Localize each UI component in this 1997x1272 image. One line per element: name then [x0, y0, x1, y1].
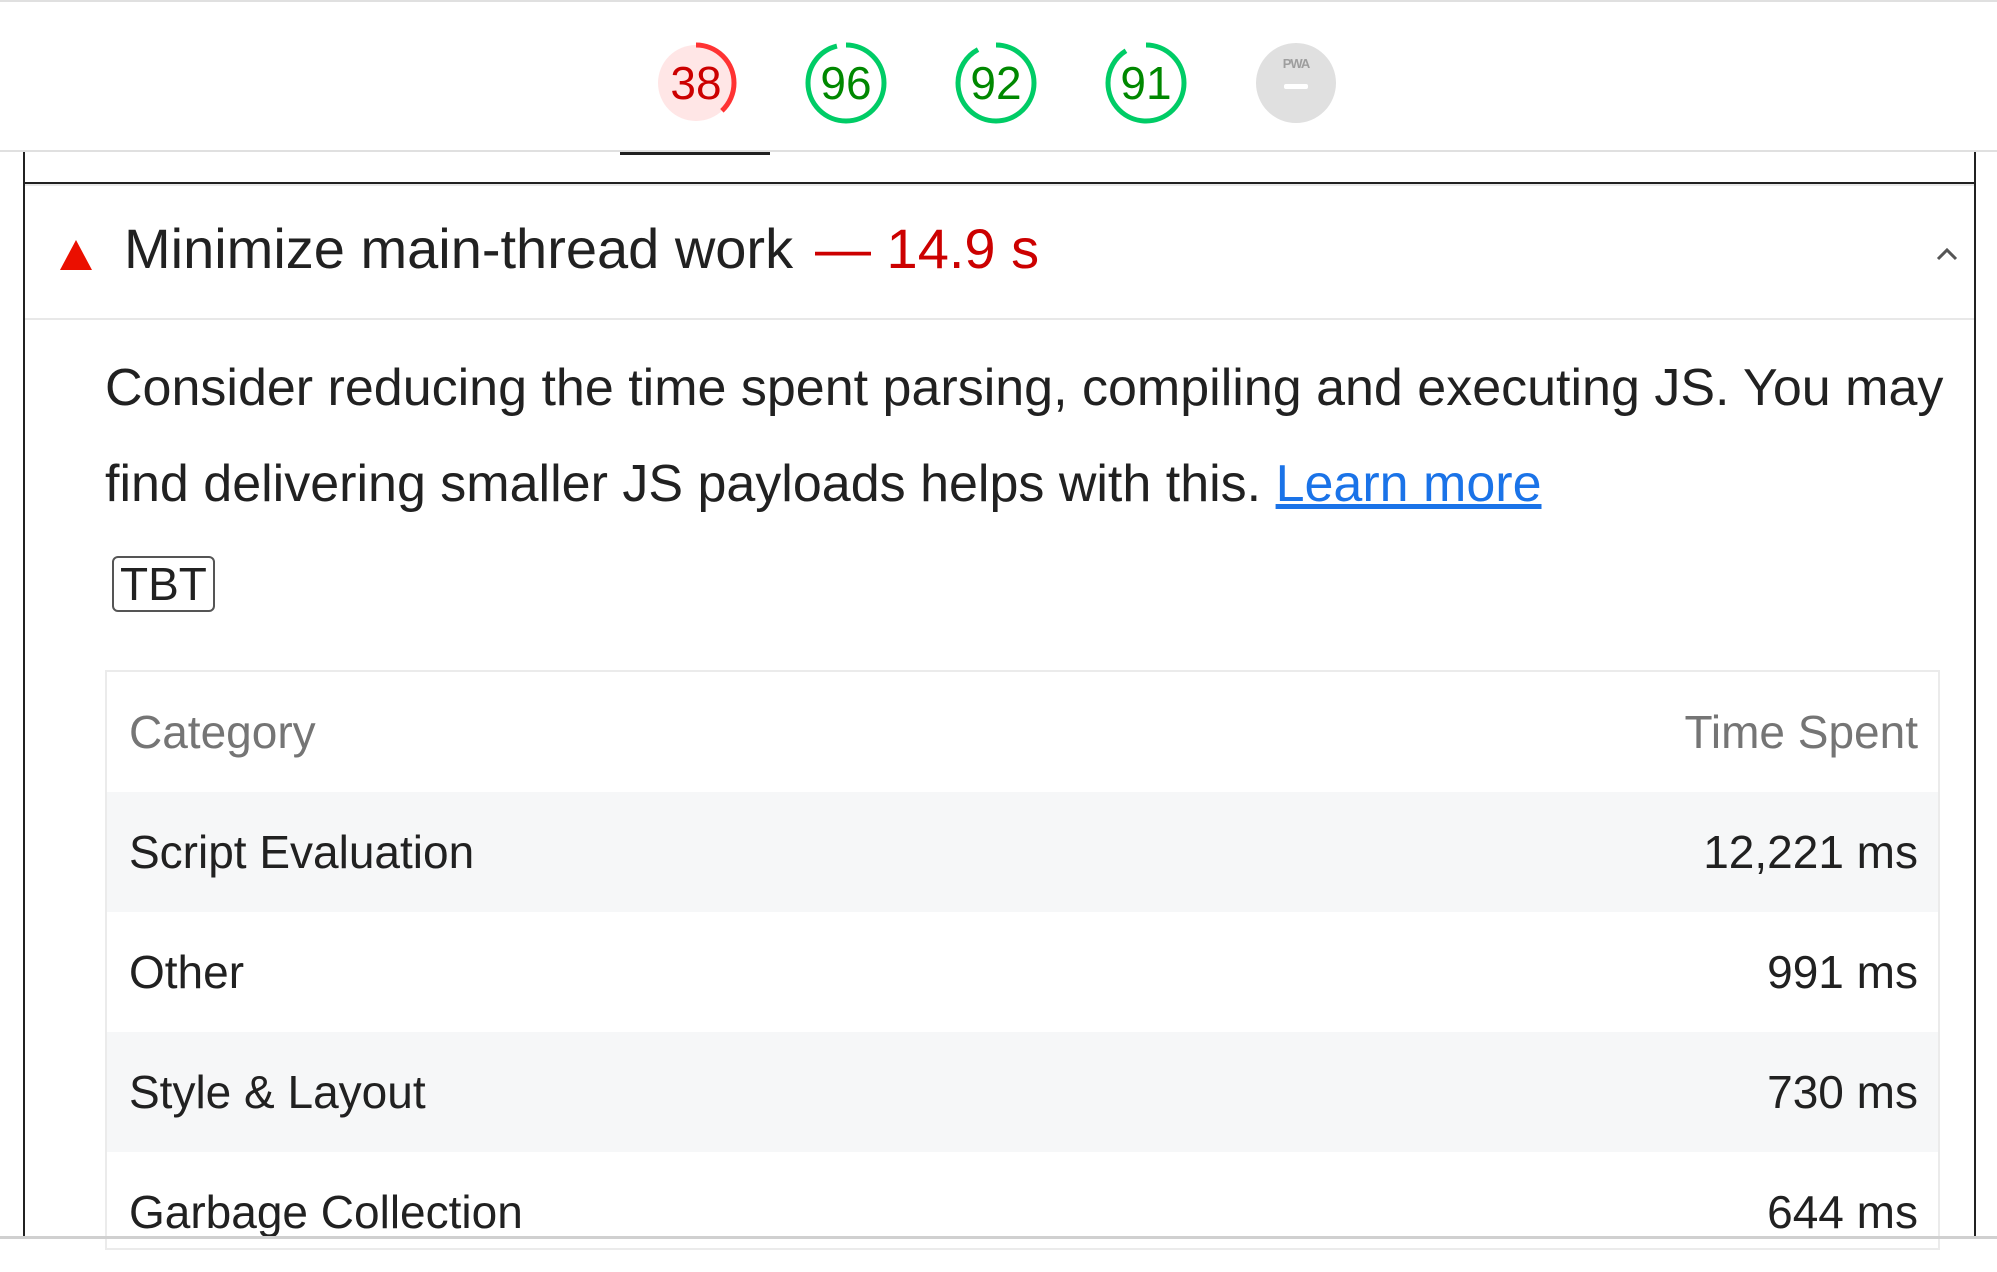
audit-description: Consider reducing the time spent parsing… [105, 340, 1945, 532]
fail-triangle-icon [60, 240, 92, 270]
pwa-dash-icon [1284, 84, 1308, 89]
metric-badge-tbt: TBT [112, 556, 215, 612]
pwa-label: PWA [1282, 56, 1311, 71]
details-table: Category Time Spent Script Evaluation 12… [105, 670, 1940, 1250]
audit-display-value: — 14.9 s [815, 217, 1040, 280]
score-value: 91 [1120, 57, 1172, 109]
row-time-spent: 991 ms [1767, 946, 1918, 998]
score-value: 96 [820, 57, 872, 109]
row-time-spent: 730 ms [1767, 1066, 1918, 1118]
table-header-row: Category Time Spent [107, 672, 1938, 792]
table-row: Script Evaluation 12,221 ms [107, 792, 1938, 912]
column-header-time-spent: Time Spent [1684, 706, 1918, 758]
row-category: Garbage Collection [129, 1186, 523, 1238]
row-time-spent: 12,221 ms [1703, 826, 1918, 878]
pwa-circle [1256, 43, 1336, 123]
score-gauge-seo[interactable]: 91 [1105, 42, 1187, 124]
report-border-right [1974, 152, 1976, 1239]
chevron-up-icon[interactable] [1930, 239, 1964, 269]
pwa-badge[interactable]: PWA [1255, 42, 1337, 124]
table-row: Style & Layout 730 ms [107, 1032, 1938, 1152]
table-row: Other 991 ms [107, 912, 1938, 1032]
audit-header-main-thread-work[interactable]: Minimize main-thread work — 14.9 s [25, 184, 1974, 320]
row-time-spent: 644 ms [1767, 1186, 1918, 1238]
table-row: Garbage Collection 644 ms [107, 1152, 1938, 1272]
score-gauge-accessibility[interactable]: 96 [805, 42, 887, 124]
score-gauge-best-practices[interactable]: 92 [955, 42, 1037, 124]
score-gauge-performance[interactable]: 38 [655, 42, 737, 124]
column-header-category: Category [129, 706, 316, 758]
audit-description-text: Consider reducing the time spent parsing… [105, 359, 1944, 513]
row-category: Style & Layout [129, 1066, 426, 1118]
row-category: Other [129, 946, 245, 998]
score-gauges-bar: 38 96 92 91 PWA [0, 0, 1997, 155]
score-value: 38 [670, 57, 722, 109]
learn-more-link[interactable]: Learn more [1276, 455, 1542, 513]
audit-title: Minimize main-thread work [124, 217, 794, 280]
row-category: Script Evaluation [129, 826, 475, 878]
active-gauge-indicator [620, 152, 770, 155]
score-value: 92 [970, 57, 1022, 109]
